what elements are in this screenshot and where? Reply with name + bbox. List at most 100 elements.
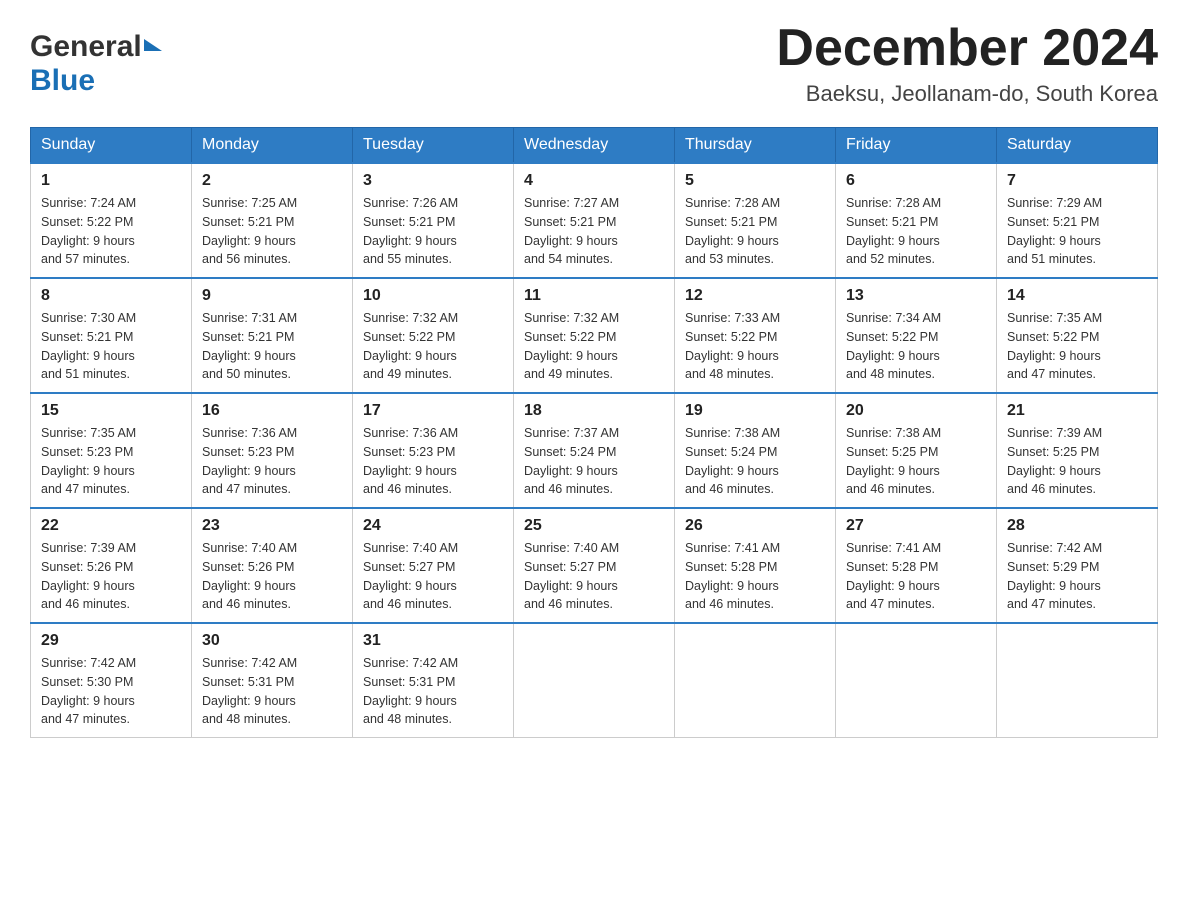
- day-number: 7: [1007, 172, 1147, 190]
- day-number: 3: [363, 172, 503, 190]
- calendar-day-cell: [997, 623, 1158, 738]
- calendar-table: Sunday Monday Tuesday Wednesday Thursday…: [30, 127, 1158, 738]
- day-number: 28: [1007, 517, 1147, 535]
- calendar-day-cell: 15 Sunrise: 7:35 AM Sunset: 5:23 PM Dayl…: [31, 393, 192, 508]
- day-info: Sunrise: 7:34 AM Sunset: 5:22 PM Dayligh…: [846, 309, 986, 384]
- calendar-day-cell: 24 Sunrise: 7:40 AM Sunset: 5:27 PM Dayl…: [353, 508, 514, 623]
- day-number: 21: [1007, 402, 1147, 420]
- day-number: 6: [846, 172, 986, 190]
- day-number: 27: [846, 517, 986, 535]
- day-info: Sunrise: 7:42 AM Sunset: 5:29 PM Dayligh…: [1007, 539, 1147, 614]
- day-number: 2: [202, 172, 342, 190]
- calendar-day-cell: 10 Sunrise: 7:32 AM Sunset: 5:22 PM Dayl…: [353, 278, 514, 393]
- calendar-day-cell: 27 Sunrise: 7:41 AM Sunset: 5:28 PM Dayl…: [836, 508, 997, 623]
- logo-general-text: General: [30, 30, 142, 64]
- day-info: Sunrise: 7:42 AM Sunset: 5:31 PM Dayligh…: [202, 654, 342, 729]
- day-number: 16: [202, 402, 342, 420]
- page-header: General Blue December 2024 Baeksu, Jeoll…: [30, 20, 1158, 107]
- day-info: Sunrise: 7:41 AM Sunset: 5:28 PM Dayligh…: [685, 539, 825, 614]
- calendar-day-cell: 9 Sunrise: 7:31 AM Sunset: 5:21 PM Dayli…: [192, 278, 353, 393]
- calendar-day-cell: 30 Sunrise: 7:42 AM Sunset: 5:31 PM Dayl…: [192, 623, 353, 738]
- day-number: 24: [363, 517, 503, 535]
- calendar-day-cell: 20 Sunrise: 7:38 AM Sunset: 5:25 PM Dayl…: [836, 393, 997, 508]
- day-number: 9: [202, 287, 342, 305]
- day-number: 15: [41, 402, 181, 420]
- day-info: Sunrise: 7:32 AM Sunset: 5:22 PM Dayligh…: [363, 309, 503, 384]
- calendar-day-cell: 5 Sunrise: 7:28 AM Sunset: 5:21 PM Dayli…: [675, 163, 836, 278]
- day-number: 1: [41, 172, 181, 190]
- day-info: Sunrise: 7:42 AM Sunset: 5:31 PM Dayligh…: [363, 654, 503, 729]
- day-info: Sunrise: 7:40 AM Sunset: 5:26 PM Dayligh…: [202, 539, 342, 614]
- calendar-day-cell: [836, 623, 997, 738]
- day-info: Sunrise: 7:39 AM Sunset: 5:26 PM Dayligh…: [41, 539, 181, 614]
- day-info: Sunrise: 7:25 AM Sunset: 5:21 PM Dayligh…: [202, 194, 342, 269]
- calendar-day-cell: 22 Sunrise: 7:39 AM Sunset: 5:26 PM Dayl…: [31, 508, 192, 623]
- header-friday: Friday: [836, 128, 997, 164]
- day-number: 10: [363, 287, 503, 305]
- calendar-day-cell: 16 Sunrise: 7:36 AM Sunset: 5:23 PM Dayl…: [192, 393, 353, 508]
- calendar-day-cell: 14 Sunrise: 7:35 AM Sunset: 5:22 PM Dayl…: [997, 278, 1158, 393]
- calendar-day-cell: 19 Sunrise: 7:38 AM Sunset: 5:24 PM Dayl…: [675, 393, 836, 508]
- day-info: Sunrise: 7:42 AM Sunset: 5:30 PM Dayligh…: [41, 654, 181, 729]
- calendar-week-row: 22 Sunrise: 7:39 AM Sunset: 5:26 PM Dayl…: [31, 508, 1158, 623]
- day-number: 17: [363, 402, 503, 420]
- day-number: 23: [202, 517, 342, 535]
- day-number: 18: [524, 402, 664, 420]
- calendar-day-cell: 7 Sunrise: 7:29 AM Sunset: 5:21 PM Dayli…: [997, 163, 1158, 278]
- day-info: Sunrise: 7:38 AM Sunset: 5:24 PM Dayligh…: [685, 424, 825, 499]
- day-info: Sunrise: 7:36 AM Sunset: 5:23 PM Dayligh…: [363, 424, 503, 499]
- day-info: Sunrise: 7:41 AM Sunset: 5:28 PM Dayligh…: [846, 539, 986, 614]
- calendar-week-row: 1 Sunrise: 7:24 AM Sunset: 5:22 PM Dayli…: [31, 163, 1158, 278]
- calendar-day-cell: 31 Sunrise: 7:42 AM Sunset: 5:31 PM Dayl…: [353, 623, 514, 738]
- logo-arrow-icon: [144, 39, 162, 51]
- header-sunday: Sunday: [31, 128, 192, 164]
- day-info: Sunrise: 7:35 AM Sunset: 5:22 PM Dayligh…: [1007, 309, 1147, 384]
- calendar-day-cell: 28 Sunrise: 7:42 AM Sunset: 5:29 PM Dayl…: [997, 508, 1158, 623]
- day-number: 5: [685, 172, 825, 190]
- calendar-day-cell: 21 Sunrise: 7:39 AM Sunset: 5:25 PM Dayl…: [997, 393, 1158, 508]
- calendar-day-cell: 12 Sunrise: 7:33 AM Sunset: 5:22 PM Dayl…: [675, 278, 836, 393]
- calendar-day-cell: 1 Sunrise: 7:24 AM Sunset: 5:22 PM Dayli…: [31, 163, 192, 278]
- day-info: Sunrise: 7:38 AM Sunset: 5:25 PM Dayligh…: [846, 424, 986, 499]
- location-title: Baeksu, Jeollanam-do, South Korea: [776, 81, 1158, 107]
- logo-blue-text: Blue: [30, 64, 95, 97]
- calendar-day-cell: 11 Sunrise: 7:32 AM Sunset: 5:22 PM Dayl…: [514, 278, 675, 393]
- calendar-day-cell: 4 Sunrise: 7:27 AM Sunset: 5:21 PM Dayli…: [514, 163, 675, 278]
- day-info: Sunrise: 7:28 AM Sunset: 5:21 PM Dayligh…: [846, 194, 986, 269]
- day-number: 11: [524, 287, 664, 305]
- day-number: 31: [363, 632, 503, 650]
- calendar-day-cell: 18 Sunrise: 7:37 AM Sunset: 5:24 PM Dayl…: [514, 393, 675, 508]
- header-monday: Monday: [192, 128, 353, 164]
- day-number: 8: [41, 287, 181, 305]
- calendar-day-cell: 23 Sunrise: 7:40 AM Sunset: 5:26 PM Dayl…: [192, 508, 353, 623]
- day-number: 25: [524, 517, 664, 535]
- calendar-day-cell: 3 Sunrise: 7:26 AM Sunset: 5:21 PM Dayli…: [353, 163, 514, 278]
- calendar-day-cell: 13 Sunrise: 7:34 AM Sunset: 5:22 PM Dayl…: [836, 278, 997, 393]
- calendar-day-cell: 6 Sunrise: 7:28 AM Sunset: 5:21 PM Dayli…: [836, 163, 997, 278]
- day-number: 20: [846, 402, 986, 420]
- month-title: December 2024: [776, 20, 1158, 77]
- day-info: Sunrise: 7:27 AM Sunset: 5:21 PM Dayligh…: [524, 194, 664, 269]
- calendar-day-cell: 2 Sunrise: 7:25 AM Sunset: 5:21 PM Dayli…: [192, 163, 353, 278]
- day-number: 29: [41, 632, 181, 650]
- header-wednesday: Wednesday: [514, 128, 675, 164]
- day-number: 12: [685, 287, 825, 305]
- logo: General Blue: [30, 20, 162, 98]
- calendar-day-cell: 17 Sunrise: 7:36 AM Sunset: 5:23 PM Dayl…: [353, 393, 514, 508]
- day-info: Sunrise: 7:29 AM Sunset: 5:21 PM Dayligh…: [1007, 194, 1147, 269]
- calendar-week-row: 8 Sunrise: 7:30 AM Sunset: 5:21 PM Dayli…: [31, 278, 1158, 393]
- day-number: 22: [41, 517, 181, 535]
- calendar-day-cell: 29 Sunrise: 7:42 AM Sunset: 5:30 PM Dayl…: [31, 623, 192, 738]
- calendar-day-cell: 8 Sunrise: 7:30 AM Sunset: 5:21 PM Dayli…: [31, 278, 192, 393]
- day-info: Sunrise: 7:35 AM Sunset: 5:23 PM Dayligh…: [41, 424, 181, 499]
- day-info: Sunrise: 7:33 AM Sunset: 5:22 PM Dayligh…: [685, 309, 825, 384]
- day-info: Sunrise: 7:40 AM Sunset: 5:27 PM Dayligh…: [524, 539, 664, 614]
- day-info: Sunrise: 7:37 AM Sunset: 5:24 PM Dayligh…: [524, 424, 664, 499]
- day-number: 14: [1007, 287, 1147, 305]
- day-number: 4: [524, 172, 664, 190]
- day-info: Sunrise: 7:24 AM Sunset: 5:22 PM Dayligh…: [41, 194, 181, 269]
- day-info: Sunrise: 7:36 AM Sunset: 5:23 PM Dayligh…: [202, 424, 342, 499]
- calendar-day-cell: [675, 623, 836, 738]
- calendar-day-cell: 25 Sunrise: 7:40 AM Sunset: 5:27 PM Dayl…: [514, 508, 675, 623]
- calendar-header-row: Sunday Monday Tuesday Wednesday Thursday…: [31, 128, 1158, 164]
